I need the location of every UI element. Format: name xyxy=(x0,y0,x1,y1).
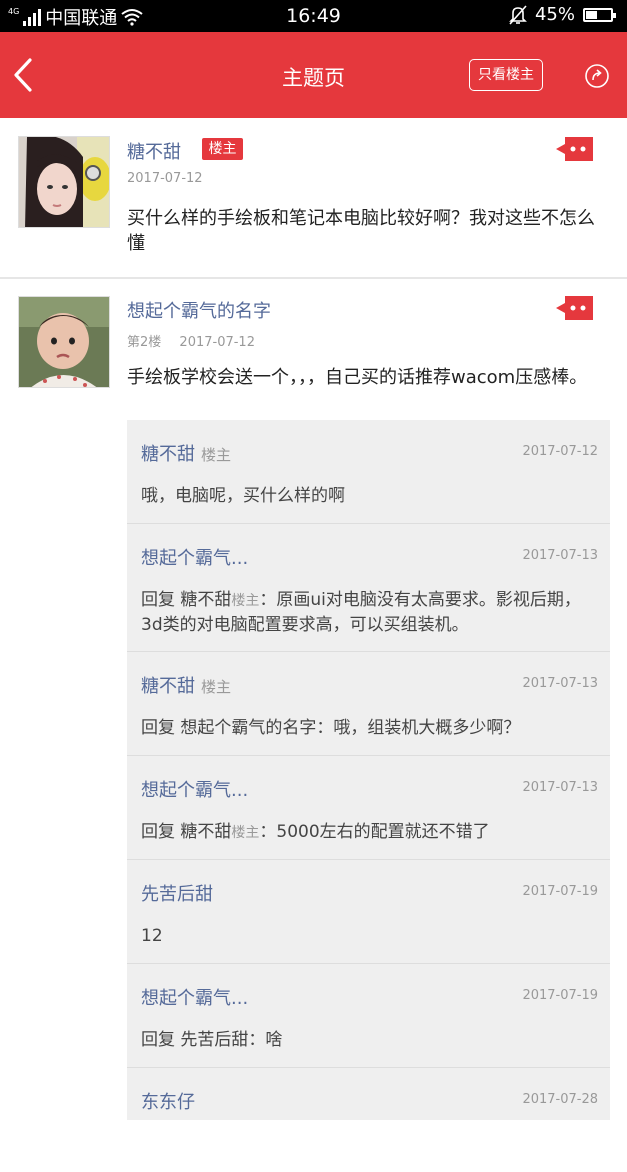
comment-author[interactable]: 先苦后甜 xyxy=(141,880,219,906)
comment-owner-tag: 楼主 xyxy=(201,678,232,696)
post-content: 买什么样的手绘板和笔记本电脑比较好啊？我对这些不怎么懂 xyxy=(127,208,595,254)
comment-text: 哦，电脑呢，买什么样的啊 xyxy=(141,486,345,506)
comment-author[interactable]: 糖不甜 楼主 xyxy=(141,672,231,698)
post-main: 糖不甜 楼主 2017-07-12 买什么样的手绘板和笔记本电脑比较好啊？我对这… xyxy=(0,118,627,278)
comment-author[interactable]: 糖不甜 楼主 xyxy=(141,440,231,466)
share-icon[interactable] xyxy=(584,63,610,89)
mute-bell-icon xyxy=(509,4,527,25)
battery-icon xyxy=(583,7,616,22)
comment-item[interactable]: 先苦后甜 2017-07-19 12 xyxy=(127,860,610,964)
comment-item[interactable]: 糖不甜 楼主 2017-07-13 回复 想起个霸气的名字：哦，组装机大概多少啊？ xyxy=(127,652,610,756)
owner-badge: 楼主 xyxy=(202,138,243,160)
avatar[interactable] xyxy=(18,296,110,388)
post-meta: 第2楼 2017-07-12 xyxy=(127,331,255,350)
comment-item[interactable]: 想起个霸气... 2017-07-13 回复 糖不甜楼主：5000左右的配置就还… xyxy=(127,756,610,860)
post-reply: 想起个霸气的名字 第2楼 2017-07-12 手绘板学校会送一个，，，自己买的… xyxy=(0,279,627,419)
comment-text: 12 xyxy=(141,926,163,946)
nav-bar: 主题页 只看楼主 xyxy=(0,32,627,118)
comment-date: 2017-07-19 xyxy=(522,988,598,1003)
only-owner-button[interactable]: 只看楼主 xyxy=(469,59,543,91)
comment-text: 回复 想起个霸气的名字：哦，组装机大概多少啊？ xyxy=(141,718,521,738)
post-author[interactable]: 糖不甜 xyxy=(127,138,181,164)
post-floor: 第2楼 xyxy=(127,335,162,350)
status-right: 45% xyxy=(509,4,616,25)
comment-date: 2017-07-19 xyxy=(522,884,598,899)
battery-fill xyxy=(586,10,597,19)
comment-item[interactable]: 想起个霸气... 2017-07-13 回复 糖不甜楼主：原画ui对电脑没有太高… xyxy=(127,524,610,652)
avatar-girl-image xyxy=(19,137,109,227)
post-date: 2017-07-12 xyxy=(179,335,255,350)
comment-date: 2017-07-13 xyxy=(522,548,598,563)
comment-date: 2017-07-13 xyxy=(522,780,598,795)
comment-text: 回复 糖不甜楼主：原画ui对电脑没有太高要求。影视后期，3d类的对电脑配置要求高… xyxy=(141,590,581,635)
comment-date: 2017-07-12 xyxy=(522,444,598,459)
comment-text: 回复 先苦后甜：啥 xyxy=(141,1030,283,1050)
status-bar: 4G 中国联通 16:49 45% xyxy=(0,0,627,32)
avatar-baby-image xyxy=(19,297,109,387)
comment-list: 糖不甜 楼主 2017-07-12 哦，电脑呢，买什么样的啊 想起个霸气... 2… xyxy=(127,420,610,1120)
comment-owner-tag: 楼主 xyxy=(201,446,232,464)
post-date: 2017-07-12 xyxy=(127,171,203,186)
comment-icon[interactable] xyxy=(555,294,595,322)
comment-author[interactable]: 想起个霸气... xyxy=(141,776,254,802)
comment-date: 2017-07-13 xyxy=(522,676,598,691)
avatar[interactable] xyxy=(18,136,110,228)
comment-item[interactable]: 想起个霸气... 2017-07-19 回复 先苦后甜：啥 xyxy=(127,964,610,1068)
post-author[interactable]: 想起个霸气的名字 xyxy=(127,297,271,323)
comment-text: 回复 糖不甜楼主：5000左右的配置就还不错了 xyxy=(141,822,490,842)
comment-author[interactable]: 想起个霸气... xyxy=(141,544,254,570)
post-content: 手绘板学校会送一个，，，自己买的话推荐wacom压感棒。 xyxy=(127,367,588,388)
comment-author[interactable]: 想起个霸气... xyxy=(141,984,254,1010)
comment-item[interactable]: 糖不甜 楼主 2017-07-12 哦，电脑呢，买什么样的啊 xyxy=(127,420,610,524)
comment-icon[interactable] xyxy=(555,135,595,163)
comment-author[interactable]: 东东仔 xyxy=(141,1088,201,1114)
battery-percent: 45% xyxy=(534,4,575,25)
comment-date: 2017-07-28 xyxy=(522,1092,598,1107)
comment-item[interactable]: 东东仔 2017-07-28 xyxy=(127,1068,610,1172)
